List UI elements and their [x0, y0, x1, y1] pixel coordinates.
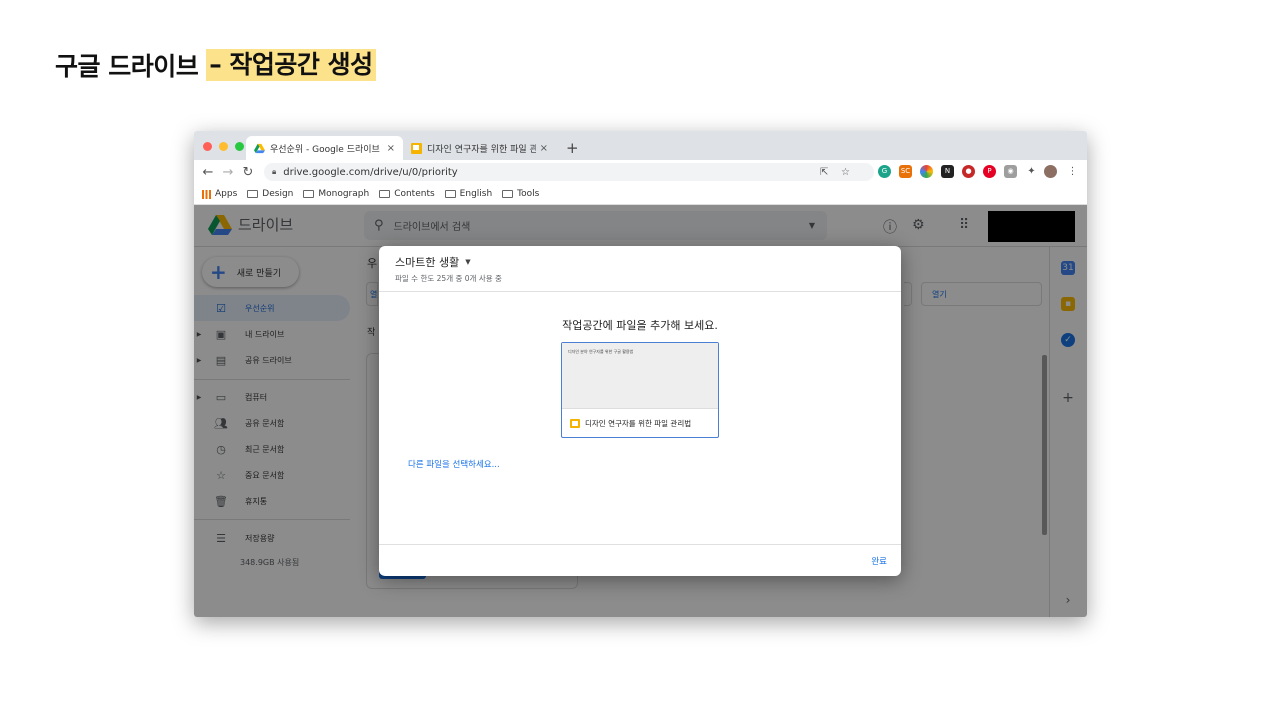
- lock-icon: 🔒︎: [272, 167, 277, 176]
- extension-grammarly-icon[interactable]: G: [878, 165, 891, 178]
- bookmark-design[interactable]: Design: [247, 189, 293, 199]
- choose-other-files-link[interactable]: 다른 파일을 선택하세요...: [408, 458, 500, 470]
- reload-icon[interactable]: ↻: [238, 165, 258, 180]
- folder-icon: [303, 190, 315, 198]
- url-field[interactable]: 🔒︎ drive.google.com/drive/u/0/priority ⇱…: [264, 163, 874, 181]
- bookmark-english[interactable]: English: [444, 189, 493, 199]
- folder-icon: [379, 190, 391, 198]
- profile-avatar[interactable]: [1044, 165, 1057, 178]
- bookmark-label: Monograph: [318, 189, 370, 199]
- minimize-window-button[interactable]: [219, 142, 228, 151]
- bookmark-apps[interactable]: Apps: [202, 189, 237, 199]
- extension-color-icon[interactable]: [920, 165, 933, 178]
- tab-slides-file[interactable]: 디자인 연구자를 위한 파일 관리법 - ×: [403, 136, 556, 160]
- slide-title-prefix: 구글 드라이브: [55, 52, 199, 81]
- tab-label: 디자인 연구자를 위한 파일 관리법 -: [427, 144, 536, 155]
- extension-lastpass-icon[interactable]: ●: [962, 165, 975, 178]
- tab-label: 우선순위 - Google 드라이브: [270, 144, 380, 155]
- address-bar-row: ← → ↻ 🔒︎ drive.google.com/drive/u/0/prio…: [194, 160, 1087, 184]
- window-controls: [203, 142, 244, 151]
- bookmark-label: English: [459, 189, 493, 199]
- bookmarks-bar: Apps Design Monograph Contents English T…: [194, 184, 1087, 205]
- bookmark-label: Contents: [394, 189, 435, 199]
- open-in-app-icon[interactable]: ⇱: [820, 167, 828, 178]
- suggested-file-card[interactable]: 디자인 분야 연구자를 위한 구글 활용법 디자인 연구자를 위한 파일 관리법: [561, 342, 719, 438]
- extension-pinterest-icon[interactable]: P: [983, 165, 996, 178]
- file-limit-text: 파일 수 한도 25개 중 0개 사용 중: [395, 274, 502, 283]
- browser-menu-icon[interactable]: ⋮: [1066, 165, 1079, 178]
- slide-title: 구글 드라이브 – 작업공간 생성: [55, 48, 376, 82]
- bookmark-label: Tools: [517, 189, 540, 199]
- file-name: 디자인 연구자를 위한 파일 관리법: [585, 419, 692, 428]
- dialog-header: 스마트한 생활 ▼ 파일 수 한도 25개 중 0개 사용 중: [379, 246, 901, 292]
- back-arrow-icon[interactable]: ←: [198, 165, 218, 180]
- close-window-button[interactable]: [203, 142, 212, 151]
- extension-notion-icon[interactable]: N: [941, 165, 954, 178]
- slides-file-icon: [570, 419, 580, 428]
- folder-icon: [502, 190, 514, 198]
- bookmark-contents[interactable]: Contents: [379, 189, 435, 199]
- slides-favicon-icon: [411, 142, 422, 154]
- tab-bar: 우선순위 - Google 드라이브 × 디자인 연구자를 위한 파일 관리법 …: [194, 131, 1087, 160]
- bookmark-monograph[interactable]: Monograph: [303, 189, 369, 199]
- thumbnail-text: 디자인 분야 연구자를 위한 구글 활용법: [568, 349, 634, 354]
- tab-drive-priority[interactable]: 우선순위 - Google 드라이브 ×: [246, 136, 403, 160]
- tab-close-icon[interactable]: ×: [540, 143, 548, 154]
- browser-window: 우선순위 - Google 드라이브 × 디자인 연구자를 위한 파일 관리법 …: [194, 131, 1087, 617]
- file-name-row: 디자인 연구자를 위한 파일 관리법: [570, 418, 691, 429]
- url-text: drive.google.com/drive/u/0/priority: [283, 166, 458, 178]
- slide-title-highlight: – 작업공간 생성: [206, 49, 376, 81]
- workspace-name: 스마트한 생활: [395, 256, 460, 269]
- file-thumbnail: 디자인 분야 연구자를 위한 구글 활용법: [562, 343, 718, 409]
- forward-arrow-icon[interactable]: →: [218, 165, 238, 180]
- drive-favicon-icon: [254, 143, 265, 153]
- maximize-window-button[interactable]: [235, 142, 244, 151]
- folder-icon: [444, 190, 456, 198]
- workspace-selector[interactable]: 스마트한 생활 ▼: [395, 254, 471, 270]
- bookmark-label: Apps: [215, 189, 238, 199]
- dialog-footer: 완료: [379, 544, 901, 576]
- new-tab-button[interactable]: +: [566, 139, 579, 157]
- extensions-puzzle-icon[interactable]: ✦: [1025, 165, 1038, 178]
- extension-camera-icon[interactable]: ◉: [1004, 165, 1017, 178]
- apps-grid-icon: [202, 189, 211, 199]
- add-files-prompt: 작업공간에 파일을 추가해 보세요.: [562, 319, 718, 332]
- bookmark-star-icon[interactable]: ☆: [841, 167, 850, 178]
- extension-sc-icon[interactable]: SC: [899, 165, 912, 178]
- add-to-workspace-dialog: 스마트한 생활 ▼ 파일 수 한도 25개 중 0개 사용 중 작업공간에 파일…: [379, 246, 901, 576]
- folder-icon: [247, 190, 259, 198]
- done-button[interactable]: 완료: [871, 555, 887, 567]
- bookmark-tools[interactable]: Tools: [502, 189, 539, 199]
- dropdown-caret-icon: ▼: [465, 258, 471, 266]
- tab-close-icon[interactable]: ×: [387, 143, 395, 154]
- bookmark-label: Design: [262, 189, 294, 199]
